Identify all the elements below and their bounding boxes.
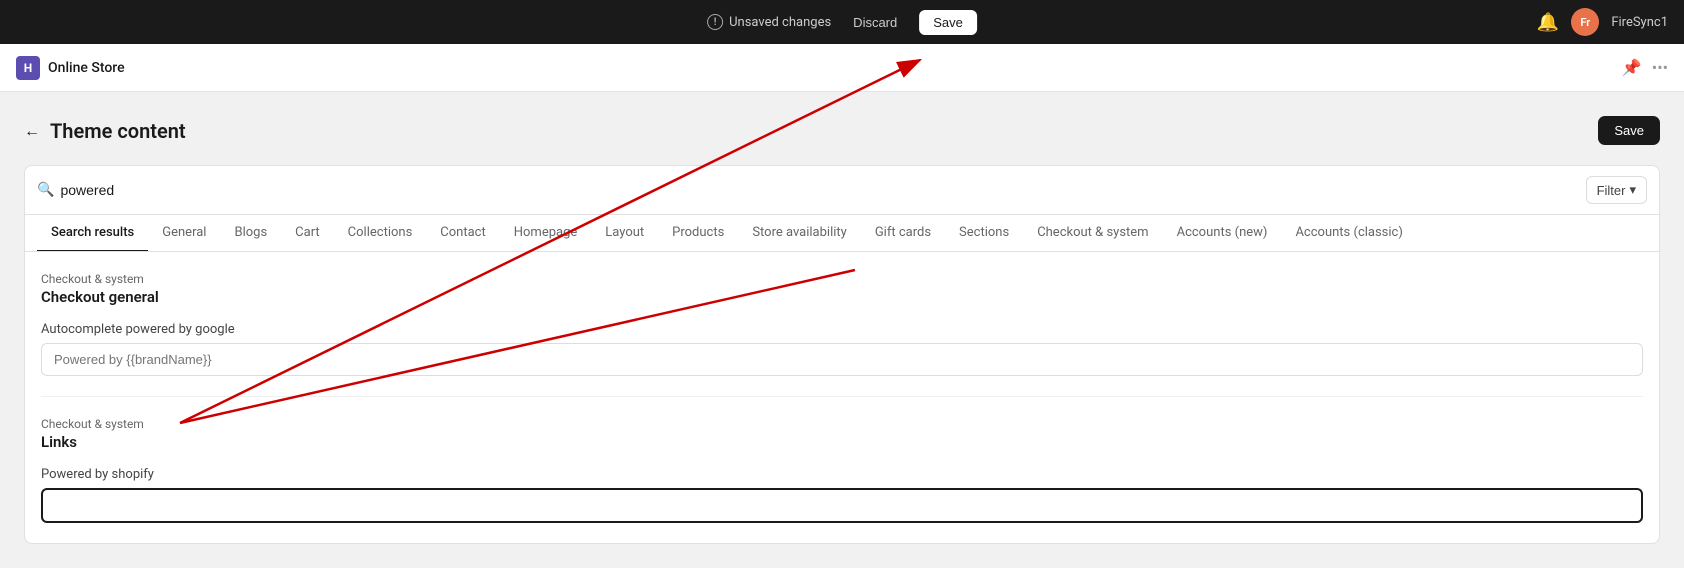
filter-button[interactable]: Filter ▾: [1586, 176, 1647, 204]
field-autocomplete-input[interactable]: [41, 343, 1643, 376]
section-links: Checkout & system Links Powered by shopi…: [41, 417, 1643, 523]
store-name: Online Store: [48, 60, 125, 76]
pin-icon[interactable]: 📌: [1622, 58, 1642, 77]
tab-homepage[interactable]: Homepage: [500, 215, 592, 252]
tab-accounts-new[interactable]: Accounts (new): [1163, 215, 1282, 252]
page-header: ← Theme content Save: [24, 116, 1660, 145]
tab-contact[interactable]: Contact: [426, 215, 499, 252]
back-arrow-icon[interactable]: ←: [24, 121, 40, 141]
unsaved-label: Unsaved changes: [729, 15, 831, 30]
tab-layout[interactable]: Layout: [591, 215, 658, 252]
tab-collections[interactable]: Collections: [334, 215, 427, 252]
page-title-row: ← Theme content: [24, 119, 186, 143]
search-wrapper: 🔍: [37, 182, 1578, 198]
secondary-nav: H Online Store 📌 •••: [0, 44, 1684, 92]
tab-sections[interactable]: Sections: [945, 215, 1023, 252]
filter-label: Filter: [1597, 183, 1626, 198]
field-2-label: Powered by shopify: [41, 467, 1643, 482]
unsaved-dot-icon: !: [707, 14, 723, 30]
top-bar-center: ! Unsaved changes Discard Save: [707, 10, 977, 35]
nav-actions: 📌 •••: [1622, 58, 1668, 77]
tab-store-availability[interactable]: Store availability: [738, 215, 861, 252]
section-checkout-general: Checkout & system Checkout general Autoc…: [41, 272, 1643, 376]
tab-general[interactable]: General: [148, 215, 220, 252]
tab-search-results[interactable]: Search results: [37, 215, 148, 252]
page-wrapper: ! Unsaved changes Discard Save 🔔 Fr Fire…: [0, 0, 1684, 568]
avatar: Fr: [1571, 8, 1599, 36]
tab-accounts-classic[interactable]: Accounts (classic): [1281, 215, 1416, 252]
tabs-row: Search results General Blogs Cart Collec…: [24, 215, 1660, 252]
section-2-label: Checkout & system: [41, 417, 1643, 431]
tab-gift-cards[interactable]: Gift cards: [861, 215, 945, 252]
more-icon[interactable]: •••: [1652, 58, 1668, 77]
unsaved-indicator: ! Unsaved changes: [707, 14, 831, 30]
user-name: FireSync1: [1611, 15, 1668, 30]
main-content: ← Theme content Save 🔍 Filter ▾ Search r…: [0, 92, 1684, 568]
section-divider: [41, 396, 1643, 397]
store-title: H Online Store: [16, 56, 125, 80]
content-area: Checkout & system Checkout general Autoc…: [24, 252, 1660, 544]
bell-icon[interactable]: 🔔: [1537, 12, 1559, 33]
page-title: Theme content: [50, 119, 186, 143]
discard-button[interactable]: Discard: [843, 11, 907, 34]
store-icon: H: [16, 56, 40, 80]
tab-blogs[interactable]: Blogs: [220, 215, 281, 252]
section-1-title: Checkout general: [41, 288, 1643, 306]
top-bar-right: 🔔 Fr FireSync1: [1537, 8, 1668, 36]
tab-cart[interactable]: Cart: [281, 215, 334, 252]
search-icon: 🔍: [37, 182, 54, 198]
save-button-main[interactable]: Save: [1598, 116, 1660, 145]
section-2-title: Links: [41, 433, 1643, 451]
section-1-label: Checkout & system: [41, 272, 1643, 286]
field-powered-by-shopify-input[interactable]: [41, 488, 1643, 523]
search-filter-row: 🔍 Filter ▾: [24, 165, 1660, 215]
field-1-label: Autocomplete powered by google: [41, 322, 1643, 337]
tab-checkout-system[interactable]: Checkout & system: [1023, 215, 1162, 252]
top-bar: ! Unsaved changes Discard Save 🔔 Fr Fire…: [0, 0, 1684, 44]
search-input[interactable]: [60, 182, 1577, 198]
filter-chevron-icon: ▾: [1629, 182, 1636, 198]
save-button-top[interactable]: Save: [919, 10, 977, 35]
tab-products[interactable]: Products: [658, 215, 738, 252]
